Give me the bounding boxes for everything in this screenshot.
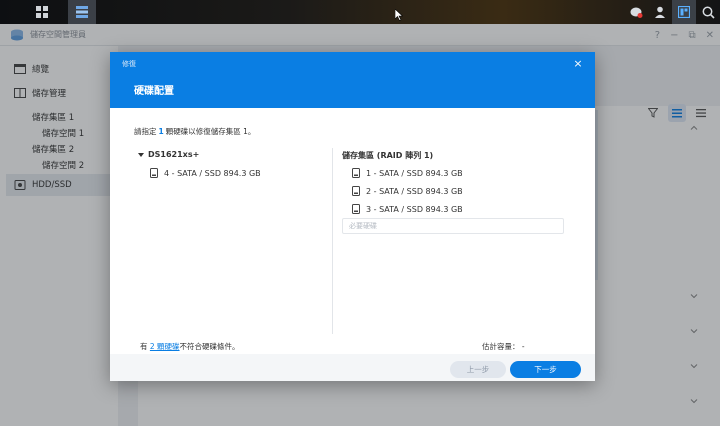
note-prefix: 有	[140, 342, 148, 351]
mouse-cursor-icon	[395, 9, 403, 21]
disk-label: 4 - SATA / SSD 894.3 GB	[164, 168, 261, 178]
disk-label: 3 - SATA / SSD 894.3 GB	[366, 204, 463, 214]
repair-wizard-dialog: 修復 硬碟配置 × 請指定 1 顆硬碟以修復儲存集區 1。 DS1621xs+ 4 …	[110, 52, 595, 381]
instruction-suffix: 顆硬碟以修復儲存集區 1。	[165, 127, 256, 136]
disk-icon	[352, 186, 360, 196]
desktop-taskbar	[0, 0, 720, 24]
pool-disk-item[interactable]: 2 - SATA / SSD 894.3 GB	[352, 184, 463, 198]
search-button[interactable]	[696, 0, 720, 24]
dialog-title: 硬碟配置	[134, 86, 174, 97]
disk-icon	[352, 204, 360, 214]
column-divider	[332, 148, 333, 334]
widgets-button[interactable]	[672, 0, 696, 24]
widgets-icon	[678, 6, 690, 18]
device-name: DS1621xs+	[148, 150, 200, 159]
storage-manager-task-button[interactable]	[68, 0, 96, 24]
pool-name: 儲存集區 (RAID 陣列 1)	[342, 151, 434, 160]
incompatible-disks-note: 有 2 顆硬碟不符合硬碟條件。	[140, 341, 240, 352]
previous-button[interactable]: 上一步	[450, 361, 506, 378]
dialog-header: 修復 硬碟配置 ×	[110, 52, 595, 108]
disk-icon	[150, 168, 158, 178]
user-icon	[655, 6, 665, 18]
pool-disk-item[interactable]: 1 - SATA / SSD 894.3 GB	[352, 166, 463, 180]
required-disk-slot[interactable]: 必要硬碟	[342, 218, 564, 234]
instruction-text: 請指定 1 顆硬碟以修復儲存集區 1。	[134, 126, 255, 137]
disk-icon	[352, 168, 360, 178]
notification-button[interactable]	[624, 0, 648, 24]
required-disk-count: 1	[158, 127, 164, 136]
note-suffix: 不符合硬碟條件。	[179, 342, 240, 351]
pool-disk-item[interactable]: 3 - SATA / SSD 894.3 GB	[352, 202, 463, 216]
taskbar-tray	[624, 0, 720, 24]
incompatible-disks-link[interactable]: 2 顆硬碟	[150, 342, 180, 351]
estimated-capacity: 估計容量： -	[482, 342, 525, 351]
dialog-footer: 上一步 下一步	[110, 354, 595, 381]
dialog-breadcrumb: 修復	[122, 60, 136, 68]
next-button[interactable]: 下一步	[510, 361, 581, 378]
main-menu-button[interactable]	[28, 0, 56, 24]
disk-label: 1 - SATA / SSD 894.3 GB	[366, 168, 463, 178]
storage-manager-icon	[76, 6, 88, 18]
caret-down-icon[interactable]	[138, 152, 144, 158]
disk-label: 2 - SATA / SSD 894.3 GB	[366, 186, 463, 196]
user-button[interactable]	[648, 0, 672, 24]
instruction-prefix: 請指定	[134, 127, 157, 136]
close-icon[interactable]: ×	[571, 56, 585, 70]
search-icon	[702, 6, 715, 19]
chat-bubble-icon	[630, 7, 642, 18]
available-disk-item[interactable]: 4 - SATA / SSD 894.3 GB	[150, 166, 261, 180]
grid-icon	[36, 6, 48, 18]
